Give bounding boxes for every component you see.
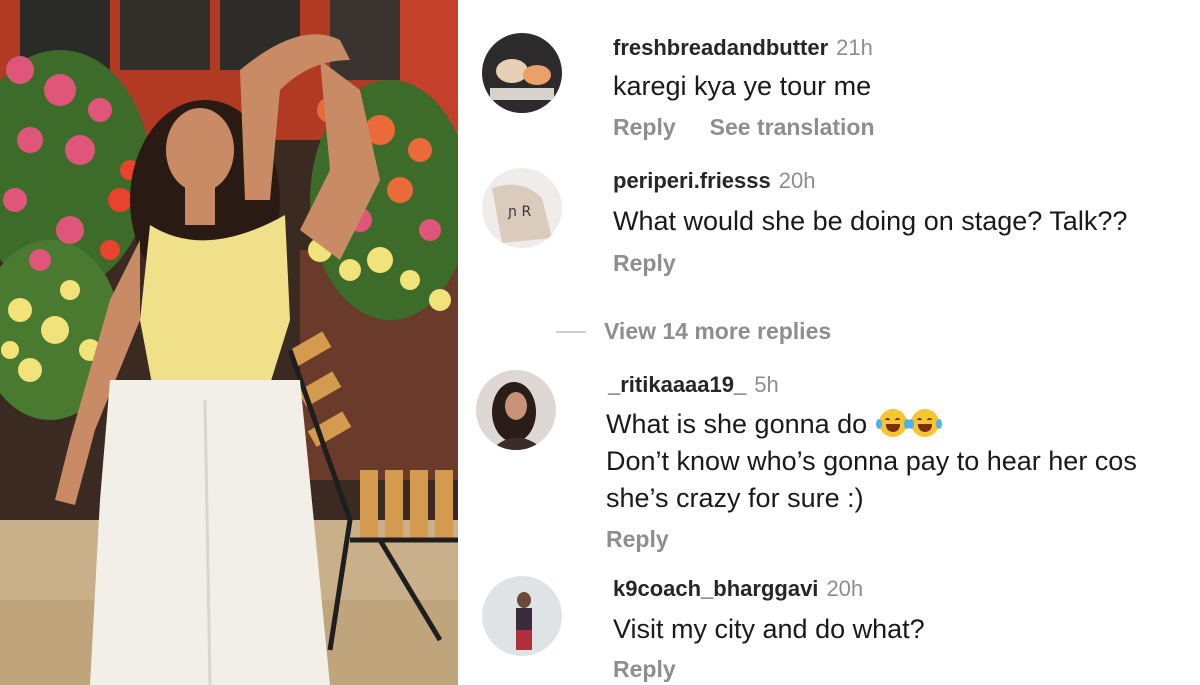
comment-username[interactable]: periperi.friesss 20h <box>613 168 815 194</box>
comment-username[interactable]: k9coach_bharggavi 20h <box>613 576 863 602</box>
post-photo <box>0 0 458 685</box>
reply-button[interactable]: Reply <box>613 114 676 140</box>
comment-timestamp: 20h <box>778 168 816 193</box>
comment-username[interactable]: _ritikaaaa19_ 5h <box>608 372 779 398</box>
avatar[interactable]: ɲ R <box>482 168 562 248</box>
svg-text:ɲ R: ɲ R <box>507 204 531 220</box>
comment-text: karegi kya ye tour me <box>613 71 872 101</box>
comment-text: What would she be doing on stage? Talk?? <box>613 206 1128 236</box>
comment-text-line: Don’t know who’s gonna pay to hear her c… <box>606 446 1137 476</box>
laughing-emoji-icon <box>875 409 910 437</box>
comment-timestamp: 20h <box>826 576 864 601</box>
avatar[interactable] <box>482 33 562 113</box>
view-more-replies-label[interactable]: View 14 more replies <box>604 318 831 345</box>
reply-button[interactable]: Reply <box>613 250 676 276</box>
photo-illustration <box>0 0 458 685</box>
divider-line <box>556 331 586 333</box>
comment-text: What is she gonna do 😂😂 <box>606 406 942 443</box>
avatar[interactable] <box>482 576 562 656</box>
comment-text-line: she’s crazy for sure :) <box>606 483 864 513</box>
comment-username[interactable]: freshbreadandbutter 21h <box>613 35 873 61</box>
comment-text: Visit my city and do what? <box>613 614 925 644</box>
avatar[interactable] <box>476 370 556 450</box>
comments-panel: freshbreadandbutter 21h karegi kya ye tou… <box>458 0 1200 685</box>
laughing-emoji-icon <box>907 409 942 437</box>
see-translation-button[interactable]: See translation <box>710 114 875 140</box>
comment-timestamp: 21h <box>836 35 873 60</box>
comment-timestamp: 5h <box>754 372 779 397</box>
reply-button[interactable]: Reply <box>613 656 676 682</box>
reply-button[interactable]: Reply <box>606 526 669 552</box>
